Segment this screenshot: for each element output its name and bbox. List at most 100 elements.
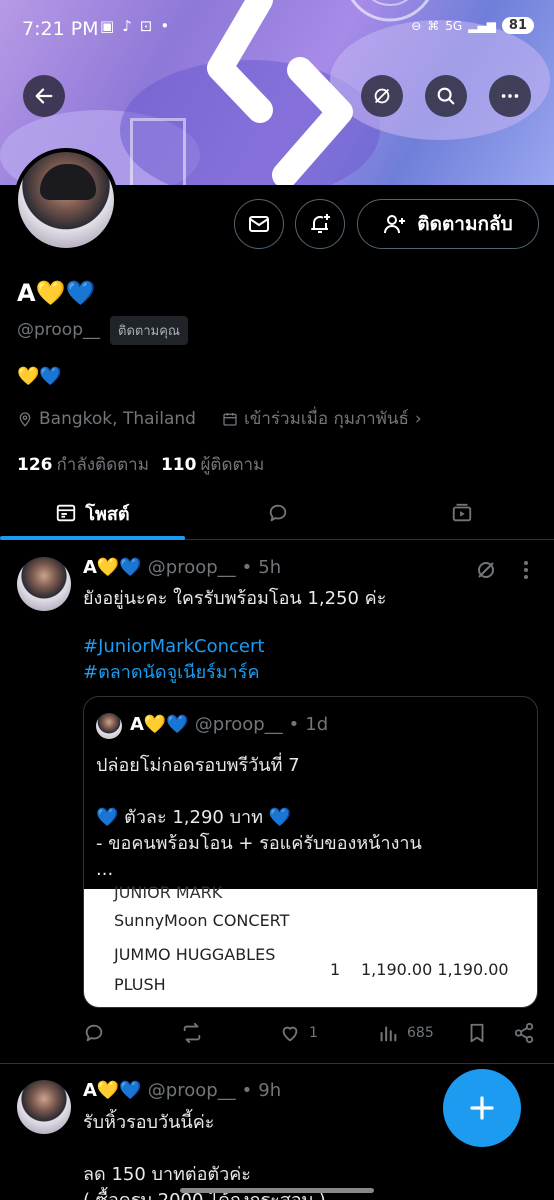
quoted-image-receipt[interactable]: JUNIOR MARK SunnyMoon CONCERT JUMMO HUGG… bbox=[84, 883, 537, 1007]
post-blank bbox=[83, 1136, 326, 1162]
views-button[interactable]: 685 bbox=[377, 1022, 434, 1044]
line-app-icon: ▣ bbox=[100, 17, 115, 35]
reply-button[interactable] bbox=[83, 1022, 105, 1044]
dot-icon: • bbox=[160, 17, 170, 35]
reply-bubble-icon bbox=[269, 504, 286, 522]
location: Bangkok, Thailand bbox=[17, 405, 196, 432]
network-label: 5G bbox=[445, 18, 463, 33]
repost-button[interactable] bbox=[181, 1022, 203, 1044]
post-author-name[interactable]: A💛💙 bbox=[83, 1080, 142, 1101]
profile-tabs: โพสต์ bbox=[0, 486, 554, 540]
following-label: กำลังติดตาม bbox=[56, 455, 149, 475]
follows-you-badge: ติดตามคุณ bbox=[110, 316, 188, 345]
post-author-handle[interactable]: @proop__ bbox=[148, 1080, 236, 1101]
plus-icon bbox=[470, 1096, 494, 1120]
post-author-name[interactable]: A💛💙 bbox=[83, 557, 142, 578]
share-icon bbox=[514, 1022, 534, 1044]
posts-icon bbox=[57, 504, 76, 522]
receipt-line: JUNIOR MARK bbox=[114, 883, 223, 902]
profile-handle: @proop__ bbox=[17, 320, 100, 340]
arrow-left-icon bbox=[35, 88, 53, 104]
followers-label: ผู้ติดตาม bbox=[200, 455, 265, 475]
receipt-price: 1,190.00 1,190.00 bbox=[361, 960, 509, 979]
signal-icon: ▂▄▆ bbox=[468, 18, 496, 33]
more-button[interactable] bbox=[489, 75, 531, 117]
battery-level: 81 bbox=[508, 18, 527, 33]
tab-media[interactable] bbox=[370, 486, 554, 540]
grok-post-button[interactable] bbox=[474, 558, 498, 582]
grok-icon bbox=[478, 562, 494, 578]
status-bar: 7:21 PM ▣ ♪ ⊡ • ⊖ ⌘ 5G ▂▄▆ 81 bbox=[0, 0, 554, 58]
post-text: ยังอยู่นะคะ ใครรับพร้อมโอน 1,250 ค่ะ bbox=[83, 588, 387, 609]
receipt-line: SunnyMoon CONCERT bbox=[114, 911, 290, 930]
hashtag-link[interactable]: #JuniorMarkConcert bbox=[83, 634, 264, 660]
followers-link[interactable]: 110 ผู้ติดตาม bbox=[161, 451, 264, 478]
bookmark-icon bbox=[470, 1023, 484, 1043]
quoted-header: A💛💙 @proop__ • 1d bbox=[130, 714, 328, 735]
tab-posts-label: โพสต์ bbox=[85, 503, 130, 525]
location-pin-icon bbox=[19, 411, 31, 427]
quoted-line: 💙 ตัวละ 1,290 บาท 💙 bbox=[96, 807, 292, 828]
location-text: Bangkok, Thailand bbox=[39, 408, 196, 429]
post-time[interactable]: 9h bbox=[258, 1080, 281, 1101]
quoted-blank bbox=[96, 779, 526, 805]
quoted-line: ปล่อยโม่กอดรอบพรีวันที่ 7 bbox=[96, 755, 300, 776]
post-header: A💛💙 @proop__ • 9h bbox=[83, 1080, 281, 1101]
home-indicator[interactable] bbox=[180, 1188, 374, 1193]
joined-date[interactable]: เข้าร่วมเมื่อ กุมภาพันธ์ › bbox=[222, 405, 422, 432]
search-icon bbox=[437, 87, 455, 105]
compose-post-button[interactable] bbox=[443, 1069, 521, 1147]
quoted-separator: • bbox=[288, 714, 300, 735]
quoted-author-name: A💛💙 bbox=[130, 714, 189, 735]
media-icon bbox=[452, 503, 472, 522]
receipt-line: JUMMO HUGGABLES bbox=[114, 945, 276, 964]
quoted-avatar bbox=[96, 713, 122, 739]
message-button[interactable] bbox=[234, 199, 284, 249]
followers-count: 110 bbox=[160, 455, 197, 475]
profile-avatar[interactable] bbox=[14, 148, 118, 252]
active-tab-indicator bbox=[0, 536, 185, 540]
mail-icon bbox=[249, 216, 269, 232]
status-time: 7:21 PM bbox=[22, 18, 99, 40]
more-horizontal-icon bbox=[501, 94, 519, 98]
like-button[interactable]: 1 bbox=[279, 1022, 318, 1044]
post-avatar[interactable] bbox=[17, 557, 71, 611]
views-chart-icon bbox=[380, 1026, 397, 1042]
quoted-post[interactable]: A💛💙 @proop__ • 1d ปล่อยโม่กอดรอบพรีวันที… bbox=[83, 696, 538, 1008]
post-separator: • bbox=[241, 1080, 253, 1101]
post-body: รับหิ้วรอบวันนี้ค่ะ ลด 150 บาทต่อตัวค่ะ … bbox=[83, 1110, 326, 1200]
back-button[interactable] bbox=[23, 75, 65, 117]
battery-icon: 81 bbox=[501, 17, 534, 34]
post-time[interactable]: 5h bbox=[258, 557, 281, 578]
post-more-button[interactable] bbox=[516, 558, 536, 582]
search-button[interactable] bbox=[425, 75, 467, 117]
quoted-line: - ขอคนพร้อมโอน + รอแค่รับของหน้างาน bbox=[96, 833, 422, 854]
profile-name: A💛💙 bbox=[17, 279, 96, 307]
post-author-handle[interactable]: @proop__ bbox=[148, 557, 236, 578]
share-button[interactable] bbox=[513, 1022, 535, 1044]
add-user-icon bbox=[384, 215, 406, 234]
follow-back-label: ติดตามกลับ bbox=[417, 213, 513, 235]
notify-button[interactable] bbox=[295, 199, 345, 249]
tab-replies[interactable] bbox=[185, 486, 370, 540]
grok-icon bbox=[374, 88, 390, 104]
calendar-icon bbox=[223, 412, 237, 426]
follow-back-button[interactable]: ติดตามกลับ bbox=[357, 199, 539, 249]
post-body: ยังอยู่นะคะ ใครรับพร้อมโอน 1,250 ค่ะ bbox=[83, 586, 386, 612]
quoted-line: ... bbox=[96, 859, 114, 880]
bookmark-button[interactable] bbox=[466, 1022, 488, 1044]
follow-counts: 126 กำลังติดตาม 110 ผู้ติดตาม bbox=[17, 451, 264, 478]
receipt-line: PLUSH bbox=[114, 975, 166, 994]
profile-bio: 💛💙 bbox=[17, 366, 62, 387]
profile-meta: Bangkok, Thailand เข้าร่วมเมื่อ กุมภาพัน… bbox=[17, 405, 422, 432]
scan-icon: ⊡ bbox=[139, 17, 153, 35]
post-actions: 1 685 bbox=[83, 1022, 541, 1050]
post-avatar[interactable] bbox=[17, 1080, 71, 1134]
hashtag-link[interactable]: #ตลาดนัดจูเนียร์มาร์ค bbox=[83, 660, 264, 686]
joined-text: เข้าร่วมเมื่อ กุมภาพันธ์ bbox=[243, 409, 409, 429]
following-count: 126 bbox=[17, 455, 53, 475]
view-count: 685 bbox=[407, 1025, 434, 1041]
following-link[interactable]: 126 กำลังติดตาม bbox=[17, 451, 149, 478]
grok-button[interactable] bbox=[361, 75, 403, 117]
tab-posts[interactable]: โพสต์ bbox=[0, 486, 185, 540]
